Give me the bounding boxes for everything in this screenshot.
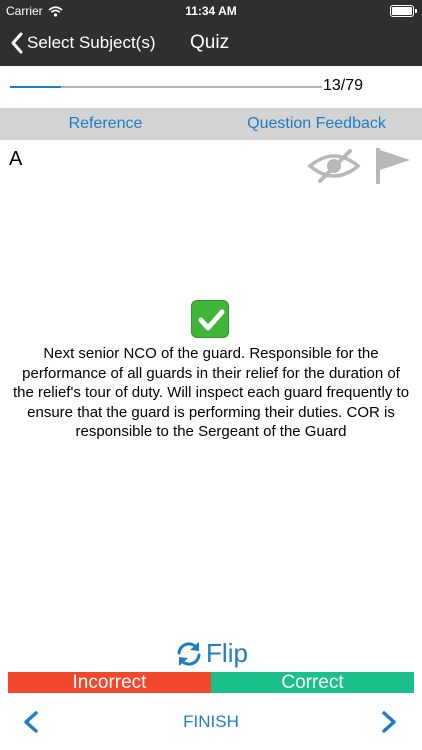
progress-track [10, 86, 322, 88]
progress-fill [10, 86, 62, 88]
refresh-icon [177, 641, 201, 666]
eye-slash-icon [307, 149, 361, 183]
flag-icon [376, 148, 410, 184]
finish-button[interactable]: FINISH [0, 712, 422, 732]
hide-card-button[interactable] [306, 148, 362, 189]
status-bar: Carrier 11:34 AM [0, 0, 422, 22]
flag-question-button[interactable] [374, 146, 412, 191]
battery-icon [390, 5, 417, 17]
navigation-bar: Select Subject(s) Quiz [0, 22, 422, 66]
tab-question-feedback[interactable]: Question Feedback [211, 115, 422, 133]
chevron-right-icon [382, 711, 396, 733]
flip-label: Flip [206, 638, 248, 668]
footer-bar: FINISH [0, 704, 422, 740]
page-title: Quiz [190, 32, 230, 53]
answer-text: Next senior NCO of the guard. Responsibl… [12, 345, 410, 440]
flip-button[interactable]: Flip [0, 638, 422, 672]
incorrect-button[interactable]: Incorrect [8, 672, 211, 693]
progress-count: 13/79 [323, 77, 364, 94]
quiz-progress: 13/79 [0, 66, 422, 108]
correct-button[interactable]: Correct [211, 672, 414, 693]
chevron-left-icon [11, 32, 23, 54]
check-mark-icon [191, 300, 229, 338]
tab-bar: Reference Question Feedback [0, 108, 422, 140]
next-button[interactable] [378, 710, 400, 739]
tab-reference[interactable]: Reference [0, 115, 211, 133]
back-button-label: Select Subject(s) [27, 33, 156, 52]
status-time: 11:34 AM [185, 4, 237, 18]
back-button[interactable]: Select Subject(s) [10, 32, 156, 54]
card-side-label: A [9, 148, 23, 170]
